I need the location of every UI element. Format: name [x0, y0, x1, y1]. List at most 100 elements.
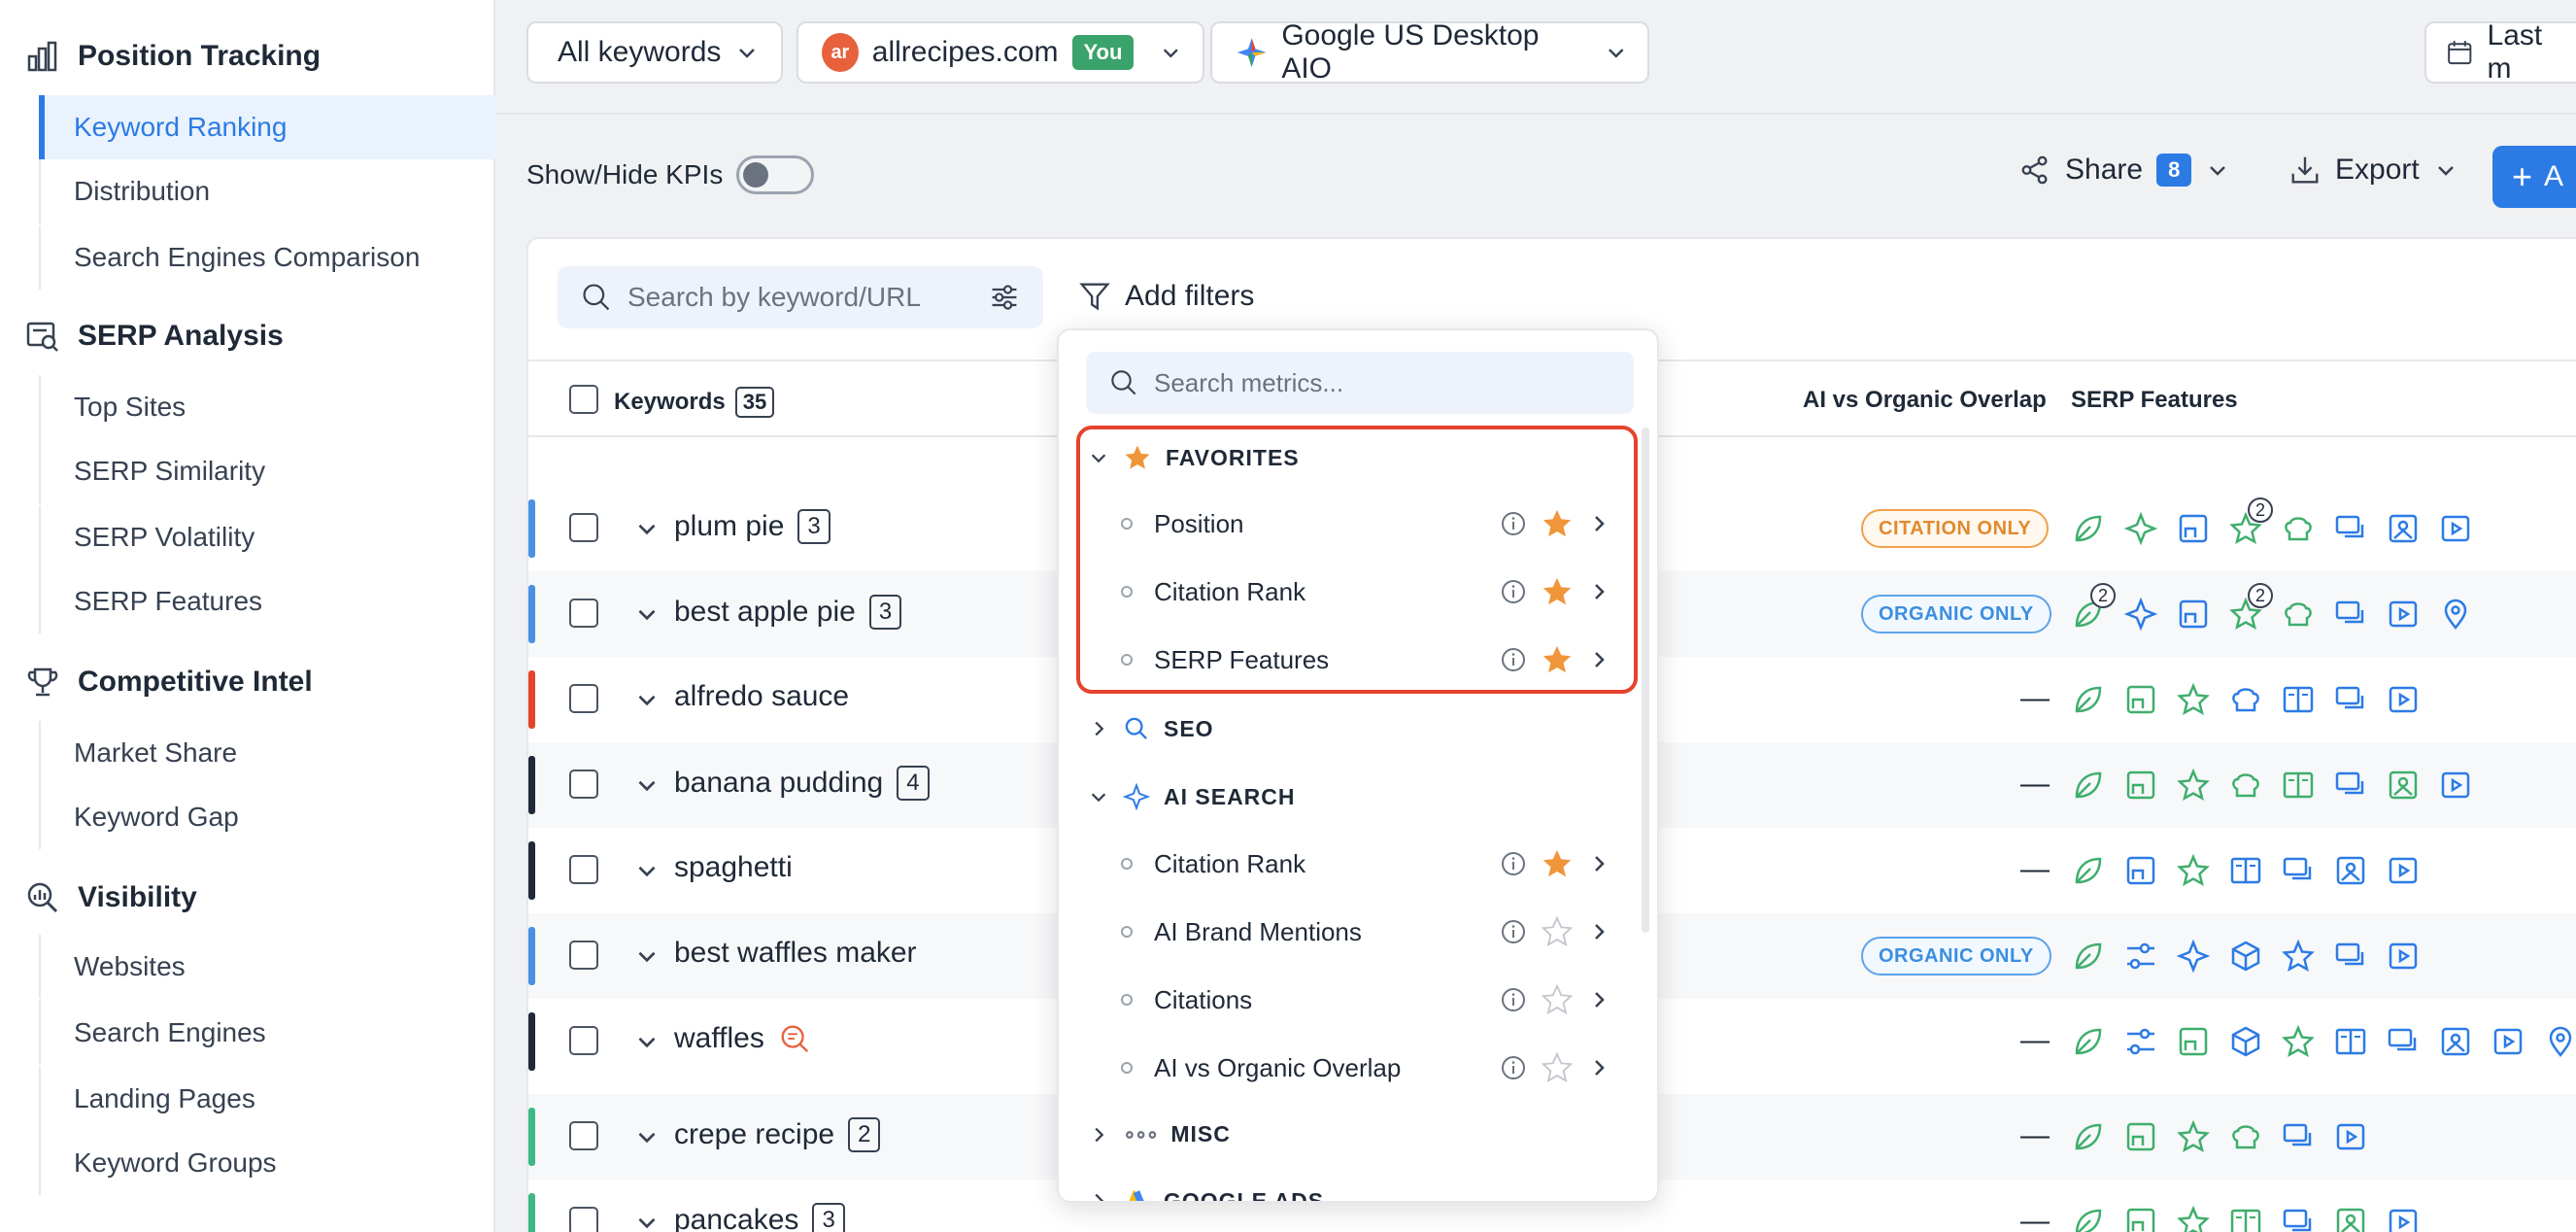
section-serp-analysis[interactable]: SERP Analysis: [25, 319, 284, 354]
keyword-cell[interactable]: alfredo sauce: [674, 680, 849, 713]
group-google-ads[interactable]: GOOGLE ADS: [1088, 1187, 1324, 1201]
chevron-down-icon[interactable]: [633, 600, 661, 628]
reviews-icon[interactable]: 2: [2228, 583, 2273, 632]
sidebar-item-landing-pages[interactable]: Landing Pages: [39, 1067, 495, 1131]
chevron-down-icon[interactable]: [633, 857, 661, 884]
recipes-icon[interactable]: [2228, 768, 2263, 803]
info-icon[interactable]: [1500, 578, 1527, 605]
section-visibility[interactable]: Visibility: [25, 880, 197, 915]
chevron-down-icon[interactable]: [633, 942, 661, 970]
metric-item[interactable]: Citations: [1121, 975, 1607, 1024]
chevron-down-icon[interactable]: [633, 1209, 661, 1232]
row-checkbox[interactable]: [569, 1026, 598, 1055]
recipes-icon[interactable]: [2228, 682, 2263, 717]
favorite-star-icon[interactable]: [1541, 983, 1574, 1016]
group-ai-search[interactable]: AI SEARCH: [1088, 783, 1296, 810]
keywords-select[interactable]: All keywords: [526, 21, 783, 84]
engine-select[interactable]: Google US Desktop AIO: [1210, 19, 1649, 85]
favorite-star-icon[interactable]: [1541, 643, 1574, 676]
shopping-icon[interactable]: [2228, 1024, 2263, 1059]
sidebar-item-distribution[interactable]: Distribution: [39, 159, 495, 223]
filters-icon[interactable]: [2123, 1024, 2158, 1059]
metric-item[interactable]: AI Brand Mentions: [1121, 907, 1607, 956]
featured-snippet-icon[interactable]: [2176, 1024, 2211, 1059]
serp-features-header[interactable]: SERP Features: [2071, 387, 2238, 414]
metric-item[interactable]: SERP Features: [1121, 635, 1607, 684]
select-all-checkbox[interactable]: [569, 385, 598, 414]
group-favorites[interactable]: FAVORITES: [1088, 443, 1300, 472]
filters-icon[interactable]: [2123, 939, 2158, 974]
keywords-header[interactable]: Keywords 35: [614, 387, 775, 418]
keyword-cell[interactable]: crepe recipe 2: [674, 1117, 881, 1152]
reviews-icon[interactable]: [2176, 853, 2211, 888]
metrics-search-input[interactable]: Search metrics...: [1086, 352, 1634, 414]
sidebar-item-keyword-groups[interactable]: Keyword Groups: [39, 1131, 495, 1195]
featured-snippet-icon[interactable]: [2176, 597, 2211, 632]
row-checkbox[interactable]: [569, 599, 598, 628]
local-pack-icon[interactable]: [2438, 597, 2473, 632]
keyword-cell[interactable]: banana pudding 4: [674, 766, 930, 801]
videos-icon[interactable]: [2333, 1119, 2368, 1154]
chevron-down-icon[interactable]: [633, 515, 661, 542]
group-seo[interactable]: SEO: [1088, 715, 1214, 742]
metric-item[interactable]: AI vs Organic Overlap: [1121, 1044, 1607, 1092]
info-icon[interactable]: [1500, 986, 1527, 1013]
row-checkbox[interactable]: [569, 1121, 598, 1150]
add-filters-button[interactable]: Add filters: [1078, 280, 1254, 313]
people-also-ask-icon[interactable]: [2386, 1024, 2421, 1059]
leaf-icon[interactable]: [2071, 768, 2106, 803]
date-select[interactable]: Last m: [2424, 19, 2576, 85]
row-checkbox[interactable]: [569, 1207, 598, 1232]
sidebar-item-market-share[interactable]: Market Share: [39, 721, 495, 785]
overlap-header[interactable]: AI vs Organic Overlap: [1803, 387, 2047, 414]
sidebar-item-keyword-gap[interactable]: Keyword Gap: [39, 785, 495, 849]
info-icon[interactable]: [1500, 646, 1527, 673]
people-also-ask-icon[interactable]: [2281, 1119, 2316, 1154]
leaf-icon[interactable]: [2071, 939, 2106, 974]
keyword-search-input[interactable]: Search by keyword/URL: [558, 266, 1043, 328]
sliders-icon[interactable]: [989, 282, 1020, 313]
favorite-star-icon[interactable]: [1541, 507, 1574, 540]
recipes-icon[interactable]: [2281, 511, 2316, 546]
videos-icon[interactable]: [2386, 682, 2421, 717]
leaf-icon[interactable]: [2071, 511, 2106, 546]
section-competitive-intel[interactable]: Competitive Intel: [25, 665, 313, 700]
people-also-ask-icon[interactable]: [2281, 853, 2316, 888]
sidebar-item-keyword-ranking[interactable]: Keyword Ranking: [39, 95, 495, 159]
keyword-cell[interactable]: waffles: [674, 1022, 811, 1055]
add-button[interactable]: + A: [2492, 146, 2576, 208]
ai-overview-icon[interactable]: [2123, 597, 2158, 632]
row-checkbox[interactable]: [569, 513, 598, 542]
info-icon[interactable]: [1500, 1054, 1527, 1081]
info-icon[interactable]: [1500, 510, 1527, 537]
people-also-ask-icon[interactable]: [2333, 682, 2368, 717]
reviews-icon[interactable]: [2281, 1024, 2316, 1059]
images-icon[interactable]: [2333, 853, 2368, 888]
keyword-cell[interactable]: best apple pie 3: [674, 595, 902, 630]
videos-icon[interactable]: [2438, 511, 2473, 546]
images-icon[interactable]: [2438, 1024, 2473, 1059]
chevron-down-icon[interactable]: [633, 1123, 661, 1150]
reviews-icon[interactable]: 2: [2228, 497, 2273, 546]
reviews-icon[interactable]: [2176, 1119, 2211, 1154]
images-icon[interactable]: [2386, 511, 2421, 546]
reviews-icon[interactable]: [2176, 1205, 2211, 1232]
videos-icon[interactable]: [2386, 939, 2421, 974]
sidebar-item-serp-features[interactable]: SERP Features: [39, 569, 495, 633]
videos-icon[interactable]: [2491, 1024, 2525, 1059]
row-checkbox[interactable]: [569, 855, 598, 884]
reviews-icon[interactable]: [2281, 939, 2316, 974]
people-also-ask-icon[interactable]: [2333, 597, 2368, 632]
leaf-icon[interactable]: [2071, 1205, 2106, 1232]
keyword-cell[interactable]: best waffles maker: [674, 937, 917, 970]
export-button[interactable]: Export: [2288, 154, 2458, 187]
sidebar-item-serp-volatility[interactable]: SERP Volatility: [39, 505, 495, 569]
shopping-icon[interactable]: [2228, 939, 2263, 974]
keyword-cell[interactable]: plum pie 3: [674, 509, 830, 544]
knowledge-panel-icon[interactable]: [2281, 768, 2316, 803]
favorite-star-icon[interactable]: [1541, 847, 1574, 880]
metric-item[interactable]: Citation Rank: [1121, 839, 1607, 888]
metric-item[interactable]: Position: [1121, 499, 1607, 548]
people-also-ask-icon[interactable]: [2333, 511, 2368, 546]
chevron-down-icon[interactable]: [633, 1028, 661, 1055]
